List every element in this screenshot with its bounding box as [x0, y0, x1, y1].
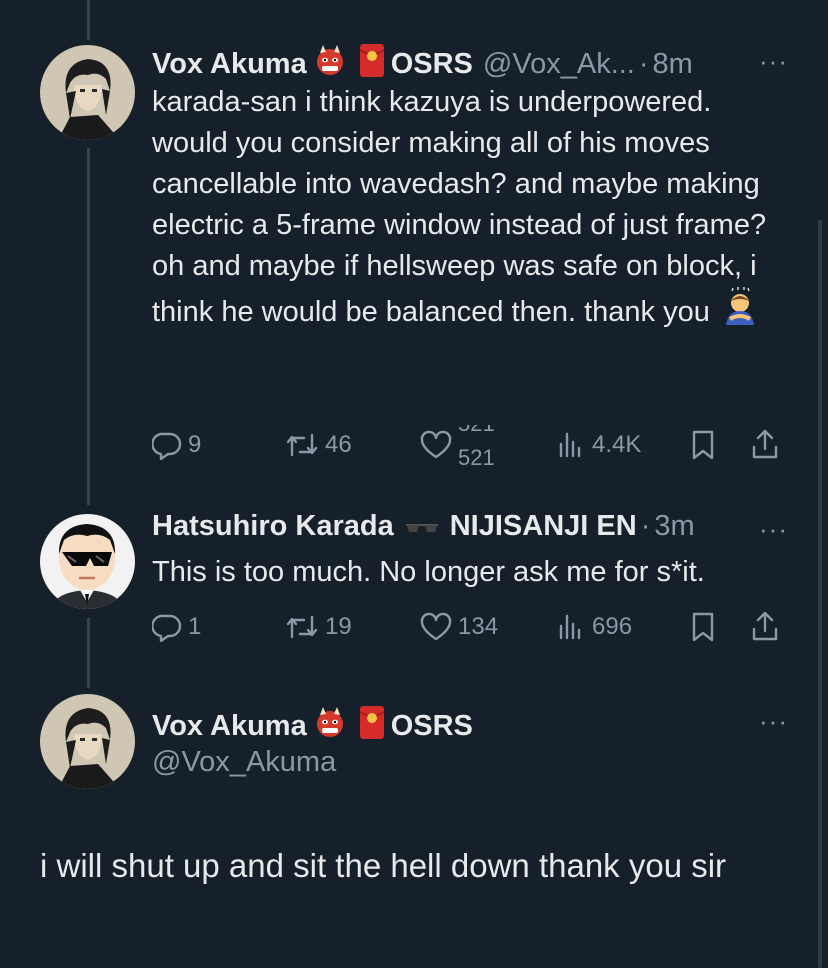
retweet-icon [286, 615, 318, 639]
oni-mask-icon [313, 43, 347, 85]
reply-count: 9 [188, 431, 202, 458]
avatar[interactable] [40, 694, 135, 789]
more-options-button[interactable]: ··· [759, 706, 788, 737]
like-count-new: 521 [458, 445, 495, 465]
like-button[interactable]: 134 [420, 607, 498, 647]
tweet-header: Vox Akuma OSRS @Vox_Ak... · 8m [152, 42, 693, 86]
avatar[interactable] [40, 514, 135, 609]
reply-button[interactable]: 1 [152, 607, 201, 647]
community-badge[interactable]: NIJISANJI EN [450, 510, 637, 543]
red-envelope-icon [359, 42, 385, 86]
bookmark-icon [692, 430, 714, 460]
more-options-button[interactable]: ··· [759, 46, 788, 77]
tweet-header: Hatsuhiro Karada NIJISANJI EN · 3m [152, 510, 695, 543]
separator-dot: · [638, 47, 649, 80]
author-name[interactable]: Hatsuhiro Karada [152, 510, 394, 543]
views-button[interactable]: 4.4K [556, 425, 641, 465]
like-count: 134 [458, 613, 499, 640]
red-envelope-icon [359, 704, 385, 748]
heart-icon [420, 430, 452, 459]
tweet-header: Vox Akuma OSRS [152, 704, 473, 748]
reply-count: 1 [188, 613, 202, 640]
tweet-text: i will shut up and sit the hell down tha… [40, 847, 727, 884]
views-icon [559, 614, 581, 640]
timestamp[interactable]: 8m [653, 48, 693, 81]
views-count: 4.4K [592, 431, 642, 458]
reply-button[interactable]: 9 [152, 425, 201, 465]
bookmark-button[interactable] [689, 611, 717, 648]
author-name[interactable]: Vox Akuma [152, 48, 307, 81]
views-icon [559, 432, 581, 458]
views-count: 696 [592, 613, 633, 640]
bookmark-button[interactable] [689, 429, 717, 466]
thread-line-2 [87, 618, 90, 688]
tweet-actions: 9 46 521 521 4.4K [152, 425, 784, 465]
author-handle[interactable]: @Vox_Ak... [483, 48, 635, 81]
share-icon [752, 429, 778, 459]
scrollbar[interactable] [818, 220, 822, 968]
heart-icon [420, 612, 452, 641]
retweet-count: 19 [325, 613, 352, 640]
retweet-icon [286, 433, 318, 457]
community-badge[interactable]: OSRS [391, 710, 473, 743]
thread-line-top [87, 0, 90, 40]
retweet-count: 46 [325, 431, 352, 458]
timestamp[interactable]: 3m [654, 510, 694, 543]
oni-mask-icon [313, 705, 347, 747]
tweet-text: karada-san i think kazuya is underpowere… [152, 82, 792, 339]
tweet-text: This is too much. No longer ask me for s… [152, 556, 705, 588]
share-icon [752, 611, 778, 641]
separator-dot: · [640, 510, 651, 542]
author-name[interactable]: Vox Akuma [152, 710, 307, 743]
thread-line-1 [87, 148, 90, 505]
share-button[interactable] [750, 427, 780, 466]
bookmark-icon [692, 612, 714, 642]
community-badge[interactable]: OSRS [391, 48, 473, 81]
retweet-button[interactable]: 46 [285, 425, 352, 465]
more-options-button[interactable]: ··· [759, 514, 788, 545]
bowing-person-icon [722, 287, 758, 339]
reply-icon [152, 614, 182, 642]
like-count-animating: 521 521 [458, 425, 502, 465]
reply-icon [152, 432, 182, 460]
share-button[interactable] [750, 609, 780, 648]
sunglasses-icon [404, 510, 440, 543]
views-button[interactable]: 696 [556, 607, 632, 647]
author-handle[interactable]: @Vox_Akuma [152, 746, 336, 779]
tweet-text-content: karada-san i think kazuya is underpowere… [152, 86, 767, 328]
avatar[interactable] [40, 45, 135, 140]
retweet-button[interactable]: 19 [285, 607, 352, 647]
tweet-actions: 1 19 134 696 [152, 607, 784, 647]
like-count-old: 521 [458, 425, 495, 437]
like-button[interactable]: 521 521 [420, 425, 502, 465]
